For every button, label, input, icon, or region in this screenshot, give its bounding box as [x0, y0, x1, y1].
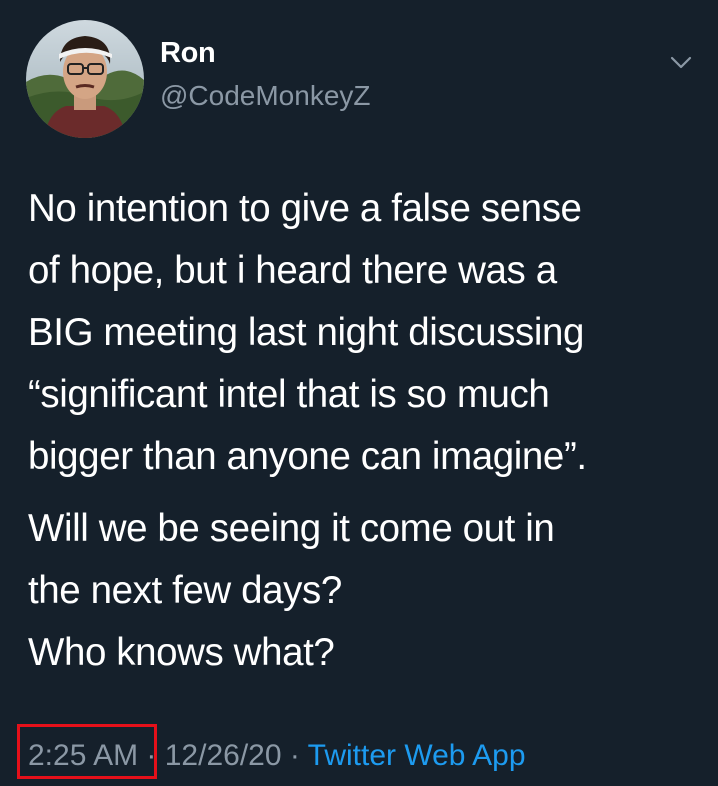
tweet-text-line: Who knows what?: [28, 631, 335, 674]
tweet-text: No intention to give a false sense of ho…: [28, 178, 708, 684]
tweet-time[interactable]: 2:25 AM: [28, 732, 138, 780]
tweet-text-line: bigger than anyone can imagine”.: [28, 435, 587, 478]
tweet-text-line: Will we be seeing it come out in: [28, 507, 555, 550]
tweet-date[interactable]: 12/26/20: [165, 739, 282, 772]
tweet-paragraph-1: No intention to give a false sense of ho…: [28, 178, 708, 488]
meta-separator: ·: [138, 739, 165, 772]
tweet-text-line: of hope, but i heard there was a: [28, 249, 557, 292]
tweet: Ron @CodeMonkeyZ No intention to give a …: [0, 0, 718, 786]
author-handle[interactable]: @CodeMonkeyZ: [160, 77, 371, 115]
tweet-text-line: BIG meeting last night discussing: [28, 311, 585, 354]
tweet-source-link[interactable]: Twitter Web App: [308, 739, 526, 772]
chevron-down-icon[interactable]: [664, 50, 698, 76]
tweet-paragraph-2: Will we be seeing it come out in the nex…: [28, 498, 708, 684]
author-name[interactable]: Ron: [160, 33, 216, 73]
tweet-meta: 2:25 AM · 12/26/20 · Twitter Web App: [28, 732, 526, 780]
tweet-text-line: No intention to give a false sense: [28, 187, 582, 230]
avatar-image: [26, 20, 144, 138]
meta-separator: ·: [281, 739, 308, 772]
avatar[interactable]: [26, 20, 144, 138]
tweet-text-line: “significant intel that is so much: [28, 373, 550, 416]
tweet-text-line: the next few days?: [28, 569, 342, 612]
